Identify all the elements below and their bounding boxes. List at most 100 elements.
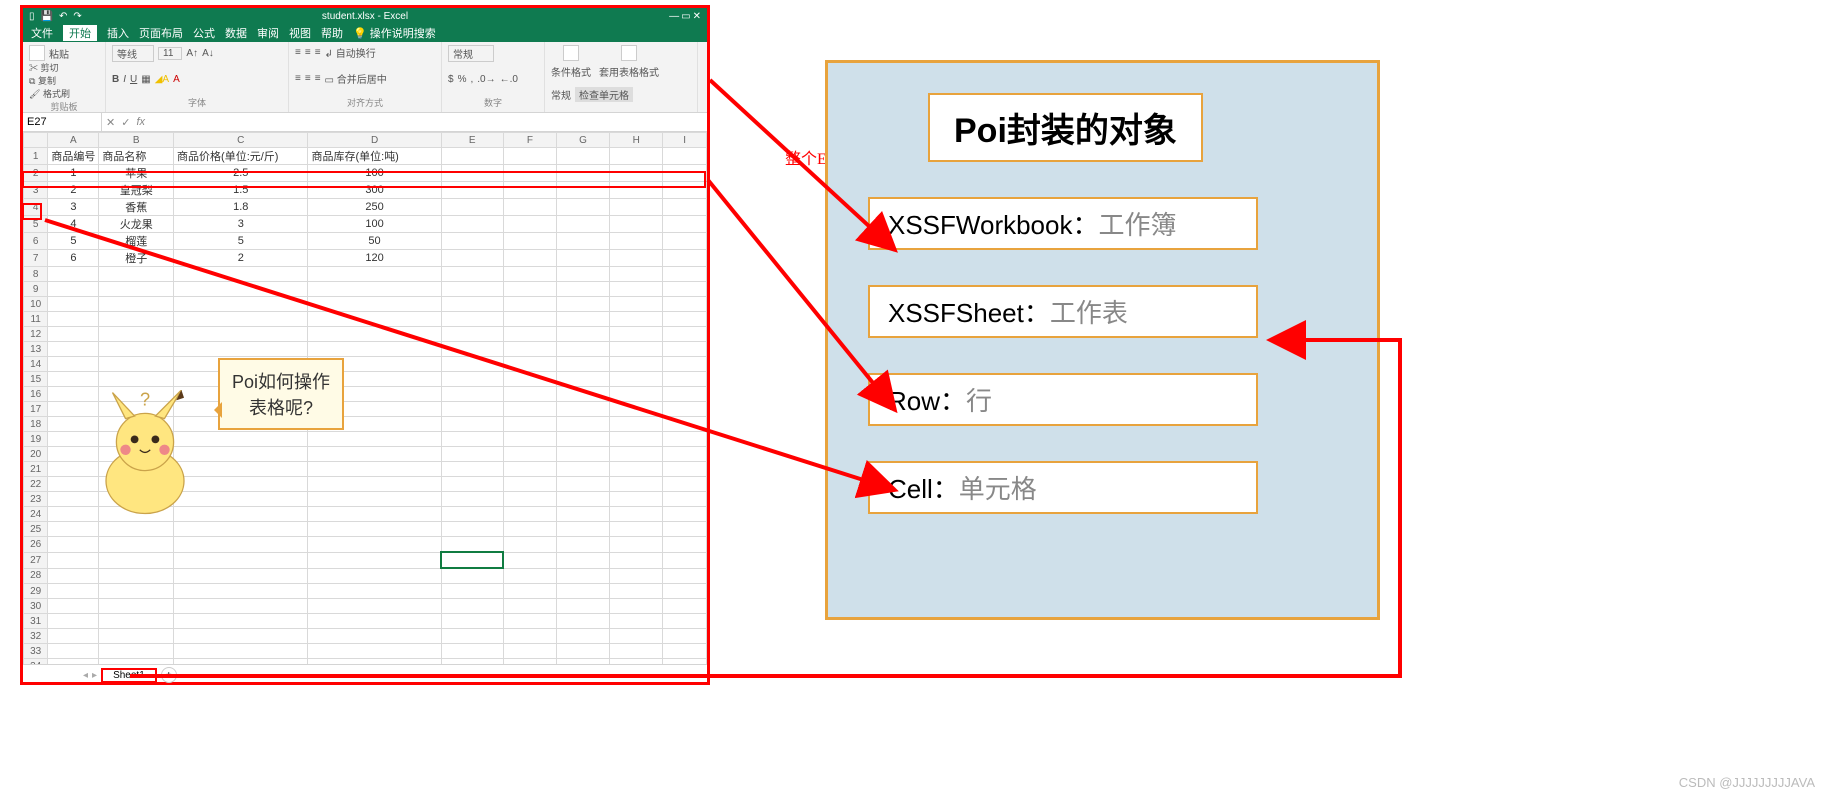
- align-mid-icon[interactable]: ≡: [305, 47, 311, 58]
- callout-line1: Poi如何操作: [232, 368, 330, 394]
- font-family-select[interactable]: 等线: [112, 45, 154, 62]
- table-row: 43香蕉1.8250: [24, 199, 707, 216]
- tab-nav-last-icon[interactable]: ▸: [92, 670, 97, 681]
- cell[interactable]: 120: [308, 250, 441, 267]
- tab-nav-first-icon[interactable]: ◂: [83, 670, 88, 681]
- cell[interactable]: 2: [48, 182, 99, 199]
- menu-insert[interactable]: 插入: [107, 25, 129, 41]
- cell[interactable]: 2: [174, 250, 308, 267]
- cell[interactable]: 橙子: [99, 250, 174, 267]
- number-format-select[interactable]: 常规: [448, 45, 494, 62]
- cell[interactable]: 2.5: [174, 165, 308, 182]
- menu-formula[interactable]: 公式: [193, 25, 215, 41]
- cell[interactable]: 5: [48, 233, 99, 250]
- table-row: 28: [24, 568, 707, 584]
- bold-button[interactable]: B: [112, 74, 119, 85]
- cell[interactable]: 50: [308, 233, 441, 250]
- table-row: 30: [24, 599, 707, 614]
- cell[interactable]: 3: [48, 199, 99, 216]
- cell[interactable]: 100: [308, 216, 441, 233]
- cell[interactable]: 商品库存(单位:吨): [308, 148, 441, 165]
- ribbon: 粘贴 ✂ 剪切 ⧉ 复制 🖌 格式刷 剪贴板 等线 11 A↑ A↓ B I: [23, 42, 707, 113]
- align-left-icon[interactable]: ≡: [295, 73, 301, 84]
- cell[interactable]: 100: [308, 165, 441, 182]
- cell[interactable]: 商品编号: [48, 148, 99, 165]
- poi-objects-panel: Poi封装的对象 XSSFWorkbook：工作簿 XSSFSheet：工作表 …: [825, 60, 1380, 620]
- sheet-tab[interactable]: Sheet1: [101, 668, 157, 683]
- menu-view[interactable]: 视图: [289, 25, 311, 41]
- formula-bar: E27 ✕ ✓ fx: [23, 113, 707, 132]
- table-row: 13: [24, 342, 707, 357]
- menu-review[interactable]: 审阅: [257, 25, 279, 41]
- cut-button[interactable]: ✂ 剪切: [29, 61, 59, 74]
- menu-help[interactable]: 帮助: [321, 25, 343, 41]
- cell[interactable]: 250: [308, 199, 441, 216]
- dec-decimal-icon[interactable]: ←.0: [500, 74, 518, 85]
- table-row: 12: [24, 327, 707, 342]
- underline-button[interactable]: U: [130, 74, 137, 85]
- table-format-button[interactable]: 套用表格格式: [599, 45, 659, 79]
- menu-home[interactable]: 开始: [63, 25, 97, 41]
- font-color-icon[interactable]: A: [173, 74, 180, 85]
- menu-layout[interactable]: 页面布局: [139, 25, 183, 41]
- menu-file[interactable]: 文件: [31, 25, 53, 41]
- cell[interactable]: 商品价格(单位:元/斤): [174, 148, 308, 165]
- col-header[interactable]: I: [663, 133, 707, 148]
- check-cell-button[interactable]: 检查单元格: [575, 87, 633, 102]
- paste-icon[interactable]: [29, 45, 45, 61]
- titlebar: ▯ 💾 ↶ ↷ student.xlsx - Excel — ▭ ✕: [23, 8, 707, 24]
- name-box[interactable]: E27: [23, 113, 102, 131]
- col-header[interactable]: D: [308, 133, 441, 148]
- tell-me[interactable]: 💡 操作说明搜索: [353, 25, 436, 41]
- paste-label: 粘贴: [49, 46, 69, 61]
- cell[interactable]: 1.5: [174, 182, 308, 199]
- copy-button[interactable]: ⧉ 复制: [29, 74, 56, 87]
- cell[interactable]: 6: [48, 250, 99, 267]
- col-header[interactable]: C: [174, 133, 308, 148]
- fx-icon[interactable]: fx: [136, 116, 145, 128]
- align-right-icon[interactable]: ≡: [315, 73, 321, 84]
- table-row: 25: [24, 522, 707, 537]
- cell[interactable]: 4: [48, 216, 99, 233]
- cell[interactable]: 商品名称: [99, 148, 174, 165]
- currency-icon[interactable]: $: [448, 74, 454, 85]
- decrease-font-icon[interactable]: A↓: [202, 48, 214, 59]
- percent-icon[interactable]: %: [458, 74, 467, 85]
- align-top-icon[interactable]: ≡: [295, 47, 301, 58]
- wrap-text-button[interactable]: ↲ 自动换行: [325, 45, 376, 60]
- comma-icon[interactable]: ,: [470, 74, 473, 85]
- table-row: 27: [24, 552, 707, 568]
- accept-formula-icon[interactable]: ✓: [121, 116, 130, 129]
- cell[interactable]: 香蕉: [99, 199, 174, 216]
- align-center-icon[interactable]: ≡: [305, 73, 311, 84]
- inc-decimal-icon[interactable]: .0→: [477, 74, 495, 85]
- col-header[interactable]: B: [99, 133, 174, 148]
- cell[interactable]: 榴莲: [99, 233, 174, 250]
- col-header[interactable]: E: [441, 133, 503, 148]
- col-header[interactable]: A: [48, 133, 99, 148]
- col-header[interactable]: H: [610, 133, 663, 148]
- menu-data[interactable]: 数据: [225, 25, 247, 41]
- cell[interactable]: 300: [308, 182, 441, 199]
- brush-button[interactable]: 🖌 格式刷: [29, 87, 70, 100]
- italic-button[interactable]: I: [123, 74, 126, 85]
- add-sheet-button[interactable]: +: [161, 667, 177, 683]
- col-header[interactable]: G: [556, 133, 609, 148]
- cancel-formula-icon[interactable]: ✕: [106, 116, 115, 129]
- cell[interactable]: 火龙果: [99, 216, 174, 233]
- table-row: 1 商品编号 商品名称 商品价格(单位:元/斤) 商品库存(单位:吨): [24, 148, 707, 165]
- cell[interactable]: 1: [48, 165, 99, 182]
- cell[interactable]: 3: [174, 216, 308, 233]
- cell[interactable]: 皇冠梨: [99, 182, 174, 199]
- cell[interactable]: 苹果: [99, 165, 174, 182]
- cond-format-button[interactable]: 条件格式: [551, 45, 591, 79]
- increase-font-icon[interactable]: A↑: [186, 48, 198, 59]
- col-header[interactable]: F: [503, 133, 556, 148]
- cell[interactable]: 5: [174, 233, 308, 250]
- align-bot-icon[interactable]: ≡: [315, 47, 321, 58]
- merge-button[interactable]: ▭ 合并后居中: [325, 71, 387, 86]
- border-icon[interactable]: ▦: [141, 74, 150, 85]
- font-size-select[interactable]: 11: [158, 47, 182, 60]
- cell[interactable]: 1.8: [174, 199, 308, 216]
- fill-color-icon[interactable]: ◢A: [155, 74, 169, 85]
